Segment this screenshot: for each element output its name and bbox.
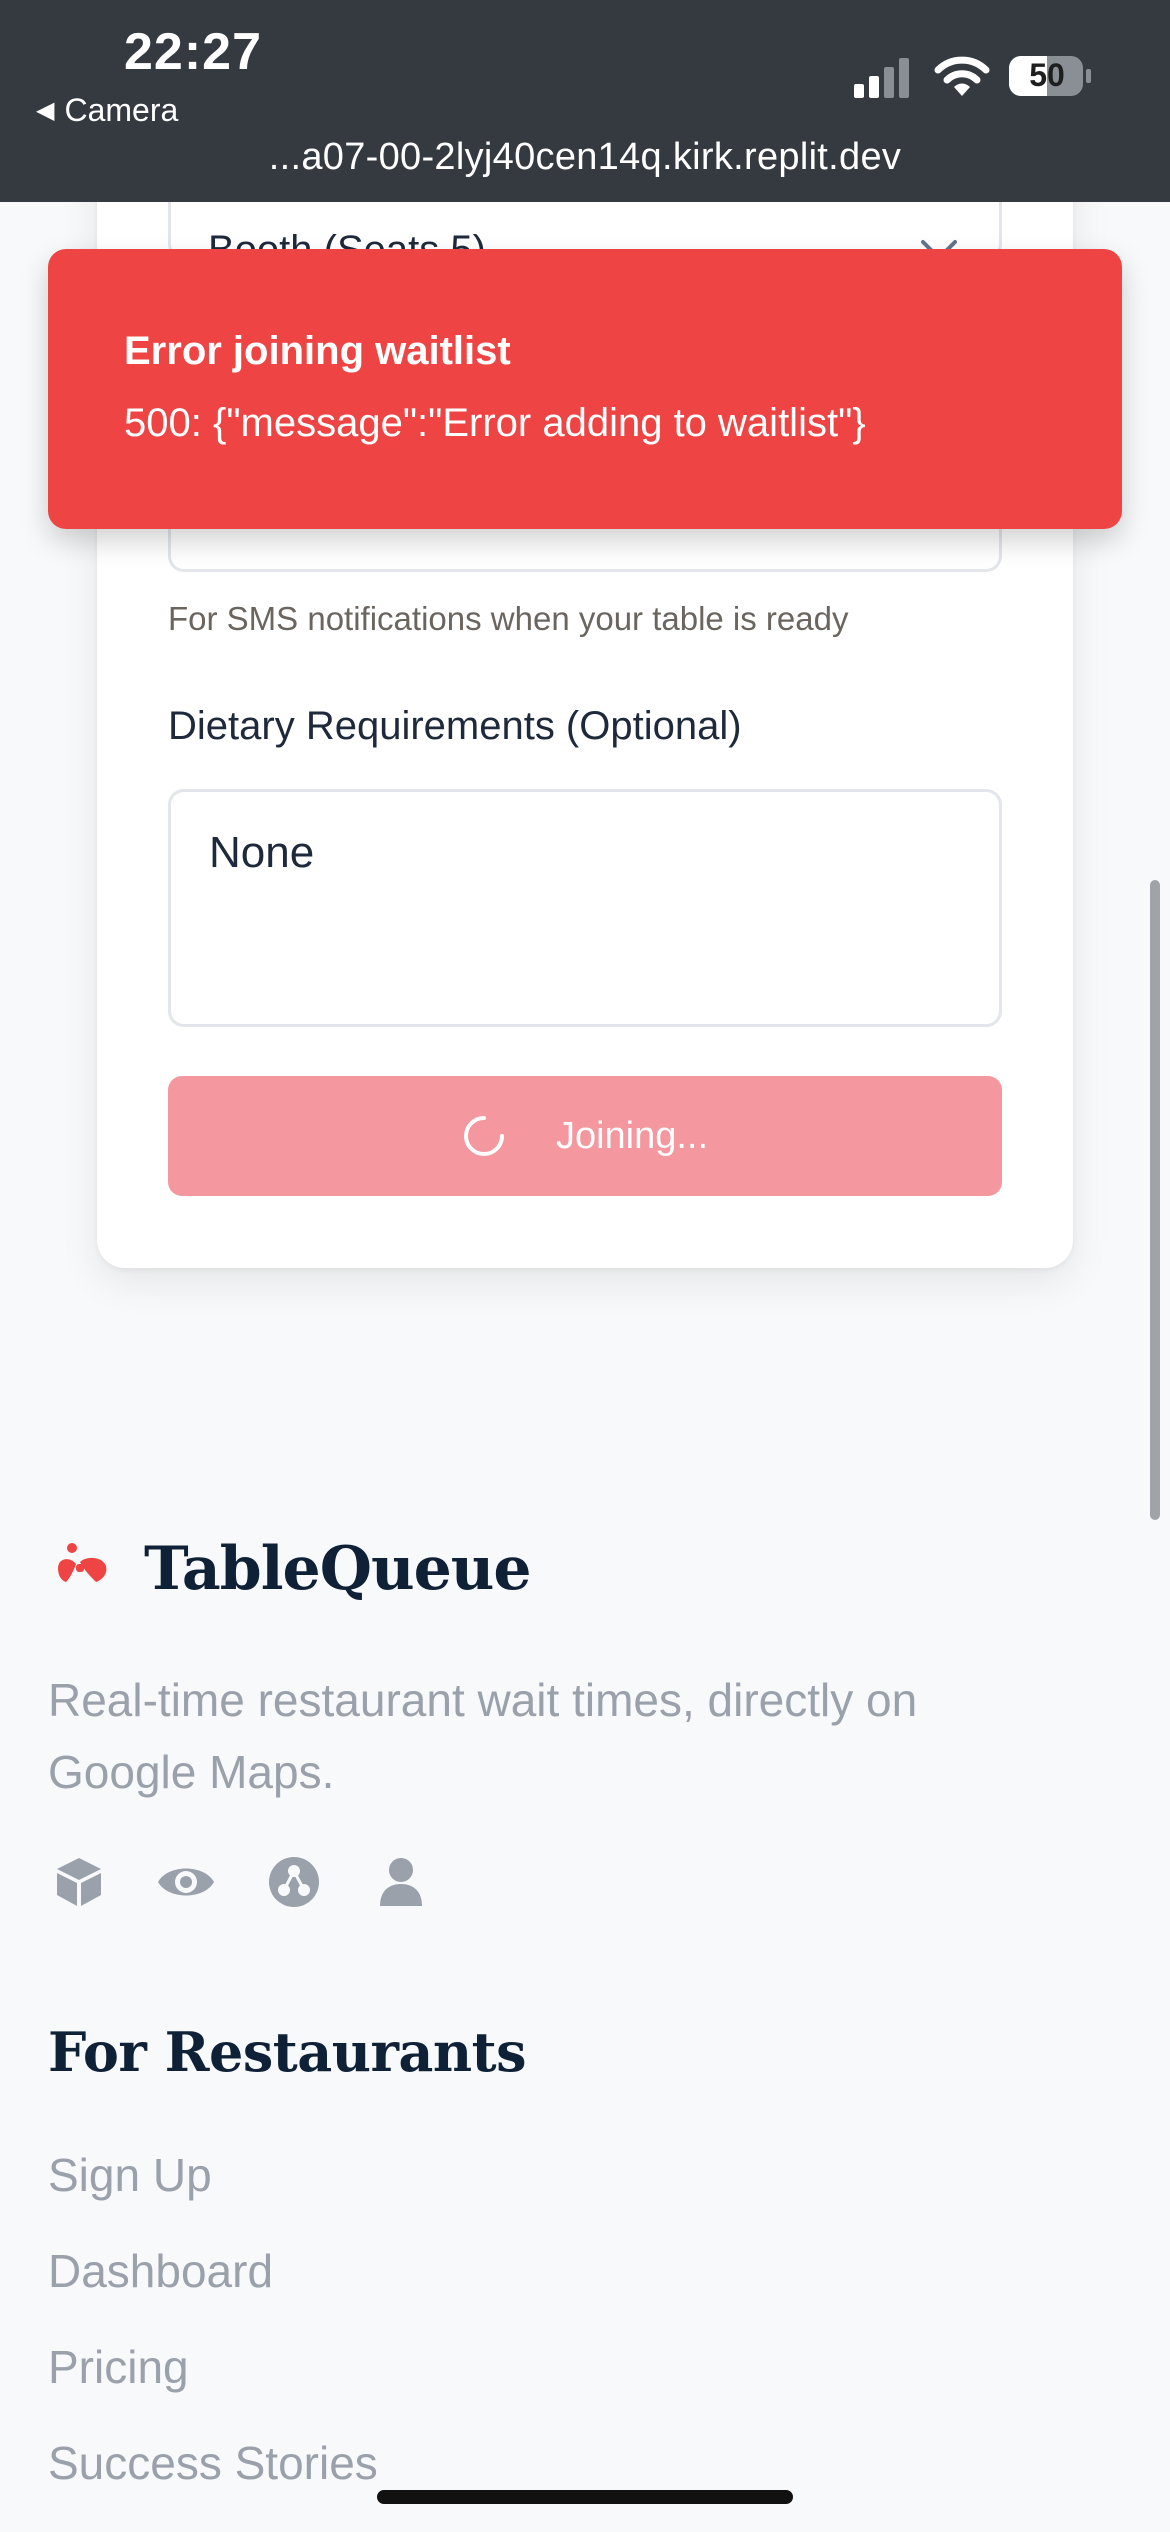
- footer-link-success-stories[interactable]: Success Stories: [48, 2436, 378, 2490]
- brand-name: TableQueue: [144, 1534, 532, 1604]
- dietary-textarea[interactable]: None: [168, 789, 1002, 1027]
- cellular-signal-icon: [854, 58, 909, 98]
- for-restaurants-heading: For Restaurants: [48, 2020, 527, 2084]
- toast-description: 500: {"message":"Error adding to waitlis…: [124, 401, 866, 445]
- footer-link-pricing[interactable]: Pricing: [48, 2340, 189, 2394]
- toast-title: Error joining waitlist: [124, 329, 511, 373]
- home-indicator[interactable]: [377, 2490, 793, 2504]
- scrollbar[interactable]: [1150, 880, 1160, 1520]
- eye-icon[interactable]: [156, 1856, 216, 1908]
- back-label: Camera: [64, 92, 179, 128]
- dietary-label: Dietary Requirements (Optional): [168, 704, 742, 748]
- loading-spinner-icon: [462, 1114, 506, 1158]
- dietary-value: None: [209, 828, 315, 877]
- footer-link-dashboard[interactable]: Dashboard: [48, 2244, 273, 2298]
- cube-icon[interactable]: [54, 1856, 104, 1908]
- footer-link-sign-up[interactable]: Sign Up: [48, 2148, 212, 2202]
- share-nodes-icon[interactable]: [268, 1856, 320, 1908]
- error-toast[interactable]: Error joining waitlist 500: {"message":"…: [48, 249, 1122, 529]
- status-time: 22:27: [124, 23, 262, 81]
- join-button-label: Joining...: [555, 1114, 709, 1157]
- address-bar[interactable]: ...a07-00-2lyj40cen14q.kirk.replit.dev: [0, 136, 1170, 179]
- status-bar: 22:27 ◀ Camera 50 ...a07-00-2lyj40cen14q.…: [0, 0, 1170, 202]
- brand-tagline: Real-time restaurant wait times, directl…: [48, 1674, 918, 1798]
- wifi-icon: [934, 56, 990, 96]
- user-icon[interactable]: [378, 1856, 424, 1908]
- brand-logo-icon: [58, 1543, 107, 1582]
- back-to-camera-link[interactable]: ◀ Camera: [36, 92, 178, 129]
- phone-helper-text: For SMS notifications when your table is…: [168, 600, 849, 637]
- back-arrow-icon: ◀: [36, 97, 55, 124]
- join-waitlist-button[interactable]: Joining...: [168, 1076, 1002, 1196]
- battery-level: 50: [1029, 57, 1065, 93]
